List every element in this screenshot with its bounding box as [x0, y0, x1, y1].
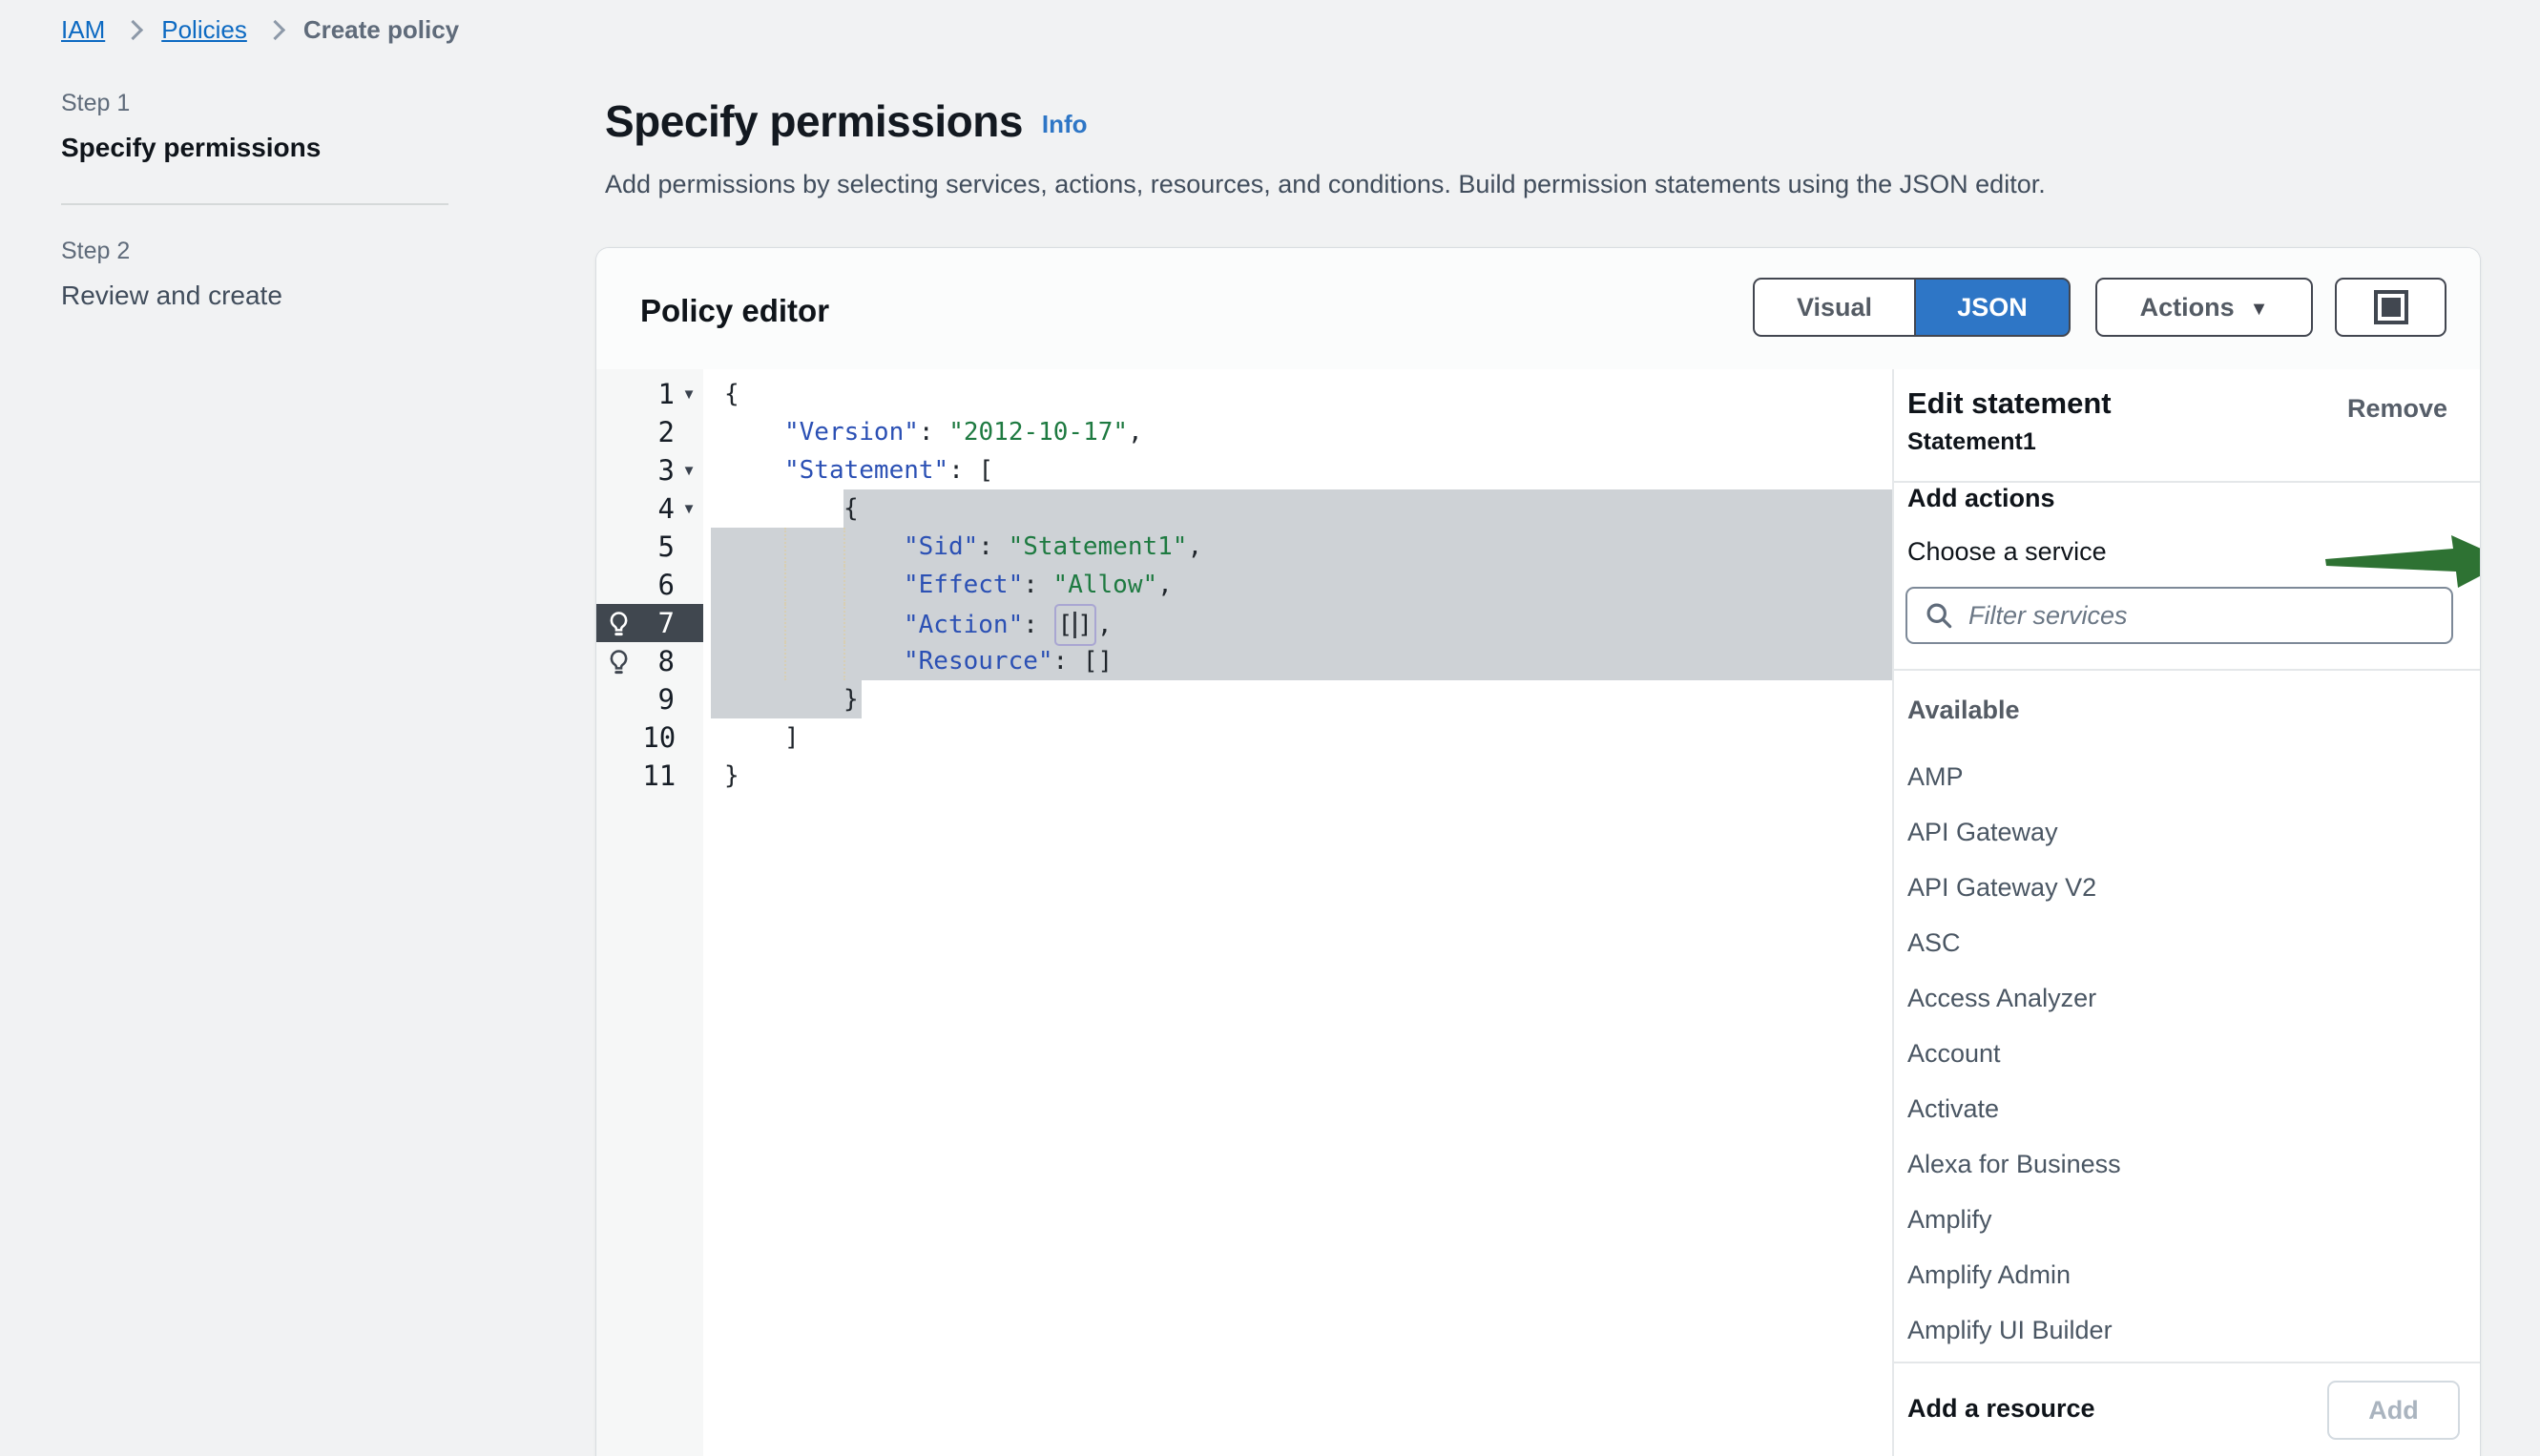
line-number: 11	[642, 759, 676, 792]
bracket-match-box: []	[1054, 604, 1096, 646]
code-line[interactable]: 11 }	[596, 757, 1892, 795]
service-item[interactable]: Alexa for Business	[1907, 1136, 2461, 1192]
actions-dropdown-button[interactable]: Actions ▼	[2095, 278, 2313, 337]
service-filter-input[interactable]	[1967, 600, 2434, 632]
line-number: 9	[644, 683, 675, 716]
breadcrumb-link-policies[interactable]: Policies	[161, 15, 247, 45]
fold-arrow-icon[interactable]: ▼	[675, 463, 703, 479]
step2-title[interactable]: Review and create	[61, 281, 448, 311]
divider	[1894, 669, 2480, 671]
fold-arrow-icon[interactable]: ▼	[675, 501, 703, 517]
divider	[1894, 481, 2480, 483]
selection-highlight	[711, 642, 1892, 680]
service-item[interactable]: API Gateway V2	[1907, 860, 2461, 915]
chevron-right-icon	[265, 20, 285, 40]
page-title: Specify permissions	[605, 95, 1023, 147]
breadcrumb-current: Create policy	[303, 15, 459, 45]
breadcrumb-link-iam[interactable]: IAM	[61, 15, 105, 45]
service-item[interactable]: Access Analyzer	[1907, 970, 2461, 1026]
code-line[interactable]: 8 "Resource": []	[596, 642, 1892, 680]
create-policy-page: IAM Policies Create policy Step 1 Specif…	[0, 0, 2540, 1456]
lightbulb-icon[interactable]	[606, 649, 632, 675]
search-icon	[1925, 601, 1953, 630]
code-line[interactable]: 1▼ {	[596, 375, 1892, 413]
add-resource-label: Add a resource	[1907, 1379, 2095, 1438]
policy-editor-header: Policy editor Visual JSON Actions ▼	[596, 248, 2480, 371]
selection-highlight	[711, 566, 1892, 604]
json-tab-button[interactable]: JSON	[1914, 278, 2071, 337]
line-number: 6	[644, 569, 675, 601]
line-number: 1	[644, 378, 675, 410]
service-item[interactable]: Amplify	[1907, 1192, 2461, 1247]
step1-title[interactable]: Specify permissions	[61, 133, 448, 163]
statement-name: Statement1	[1907, 428, 2036, 456]
service-item[interactable]: Amplify Admin	[1907, 1247, 2461, 1302]
info-link[interactable]: Info	[1042, 110, 1088, 147]
divider	[1894, 1362, 2480, 1363]
service-filter-box	[1905, 587, 2453, 644]
edit-statement-panel: Edit statement Remove Statement1 Add act…	[1892, 369, 2480, 1456]
service-item[interactable]: ASC	[1907, 915, 2461, 970]
code-line[interactable]: 6 "Effect": "Allow",	[596, 566, 1892, 604]
actions-label: Actions	[2140, 293, 2235, 322]
breadcrumb: IAM Policies Create policy	[61, 15, 459, 45]
policy-editor-title: Policy editor	[640, 293, 829, 329]
caret-down-icon: ▼	[2250, 299, 2269, 321]
code-line[interactable]: 4▼ {	[596, 489, 1892, 528]
code-line[interactable]: 3▼ "Statement": [	[596, 451, 1892, 489]
line-number: 4	[644, 492, 675, 525]
lightbulb-icon[interactable]	[606, 611, 632, 636]
code-line[interactable]: 9 }	[596, 680, 1892, 718]
wizard-steps-nav: Step 1 Specify permissions Step 2 Review…	[61, 90, 448, 311]
steps-divider	[61, 203, 448, 205]
service-item[interactable]: Account	[1907, 1026, 2461, 1081]
line-number: 3	[644, 454, 675, 487]
chevron-right-icon	[123, 20, 143, 40]
selection-highlight	[843, 489, 1892, 528]
line-number: 10	[642, 721, 676, 754]
service-item[interactable]: Amplify UI Builder	[1907, 1302, 2461, 1358]
line-number: 5	[644, 530, 675, 563]
service-item[interactable]: Activate	[1907, 1081, 2461, 1136]
maximize-icon	[2374, 290, 2408, 324]
step1-label: Step 1	[61, 90, 448, 117]
visual-json-toggle: Visual JSON	[1753, 278, 2071, 337]
service-item[interactable]: API Gateway	[1907, 804, 2461, 860]
add-actions-heading: Add actions	[1907, 484, 2055, 513]
page-description: Add permissions by selecting services, a…	[605, 170, 2046, 199]
choose-service-label: Choose a service	[1907, 537, 2107, 567]
available-services-heading: Available	[1907, 696, 2020, 725]
selection-highlight	[711, 680, 862, 718]
policy-editor-card: Policy editor Visual JSON Actions ▼ 1▼	[595, 247, 2481, 1456]
selection-highlight	[711, 528, 1892, 566]
line-number: 2	[644, 416, 675, 448]
step2-label: Step 2	[61, 238, 448, 265]
edit-statement-title: Edit statement	[1907, 386, 2112, 421]
text-cursor	[1073, 612, 1076, 638]
service-item[interactable]: AMP	[1907, 749, 2461, 804]
selection-highlight	[711, 604, 1892, 642]
line-number: 7	[644, 607, 675, 639]
code-line-active[interactable]: 7 "Action": [],	[596, 604, 1892, 642]
line-number: 8	[644, 645, 675, 677]
fold-arrow-icon[interactable]: ▼	[675, 386, 703, 403]
expand-editor-button[interactable]	[2335, 278, 2446, 337]
code-line[interactable]: 5 "Sid": "Statement1",	[596, 528, 1892, 566]
add-resource-button[interactable]: Add	[2327, 1381, 2460, 1440]
code-line[interactable]: 2 "Version": "2012-10-17",	[596, 413, 1892, 451]
json-policy-editor[interactable]: 1▼ { 2 "Version": "2012-10-17", 3▼ "Stat…	[596, 369, 1892, 1456]
remove-statement-button[interactable]: Remove	[2347, 394, 2447, 424]
service-list: AMP API Gateway API Gateway V2 ASC Acces…	[1907, 749, 2461, 1358]
visual-tab-button[interactable]: Visual	[1753, 278, 1914, 337]
code-line[interactable]: 10 ]	[596, 718, 1892, 757]
